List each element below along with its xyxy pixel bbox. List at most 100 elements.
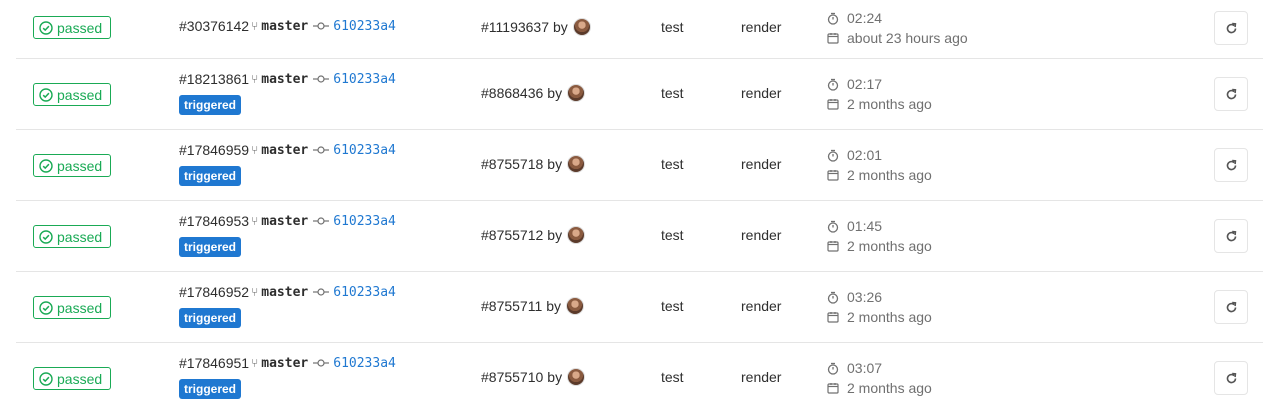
status-badge[interactable]: passed: [33, 154, 111, 177]
stopwatch-icon: [827, 362, 839, 375]
finished-time: 2 months ago: [847, 380, 932, 396]
retry-icon: [1226, 372, 1236, 383]
commit-icon: [313, 22, 330, 30]
retry-button[interactable]: [1214, 219, 1248, 253]
pipeline-link[interactable]: #8755718: [481, 156, 543, 172]
avatar[interactable]: [567, 155, 586, 173]
avatar[interactable]: [567, 368, 586, 386]
calendar-icon: [827, 99, 839, 110]
retry-button[interactable]: [1214, 11, 1248, 45]
check-circle-icon: [39, 158, 53, 173]
duration: 03:26: [847, 289, 883, 305]
status-badge[interactable]: passed: [33, 83, 111, 106]
job-row: passed #30376142 ⑂ master 610233a4 #1119…: [16, 0, 1263, 59]
job-row: passed #17846953 ⑂ master 610233a4 trigg…: [16, 201, 1263, 272]
job-name: render: [741, 156, 782, 172]
pipeline-link[interactable]: #8755710: [481, 369, 543, 385]
check-circle-icon: [39, 371, 53, 386]
branch-icon: ⑂: [251, 214, 259, 228]
job-id-link[interactable]: #17846959: [179, 142, 249, 158]
avatar[interactable]: [566, 297, 585, 315]
status-label: passed: [57, 370, 103, 387]
by-label: by: [553, 19, 568, 35]
commit-link[interactable]: 610233a4: [333, 214, 396, 229]
stage-label: test: [661, 156, 684, 172]
stage-label: test: [661, 19, 684, 35]
branch-icon: ⑂: [251, 19, 259, 33]
avatar[interactable]: [567, 226, 586, 244]
job-id-link[interactable]: #30376142: [179, 18, 249, 34]
stage-label: test: [661, 85, 684, 101]
commit-link[interactable]: 610233a4: [333, 356, 396, 371]
triggered-badge: triggered: [179, 308, 242, 328]
job-id-link[interactable]: #17846952: [179, 284, 249, 300]
retry-button[interactable]: [1214, 77, 1248, 111]
timing: 02:01 2 months ago: [827, 145, 932, 185]
job-ref: #17846952 ⑂ master 610233a4: [179, 284, 396, 300]
pipeline-link[interactable]: #8755712: [481, 227, 543, 243]
job-ref: #18213861 ⑂ master 610233a4: [179, 71, 396, 87]
retry-button[interactable]: [1214, 361, 1248, 395]
calendar-icon: [827, 383, 839, 394]
check-circle-icon: [39, 20, 53, 35]
branch-link[interactable]: master: [261, 72, 308, 87]
branch-link[interactable]: master: [261, 356, 308, 371]
status-badge[interactable]: passed: [33, 367, 111, 390]
duration: 01:45: [847, 218, 883, 234]
pipeline-info: #8868436 by: [481, 84, 586, 102]
job-id-link[interactable]: #17846951: [179, 355, 249, 371]
pipeline-info: #8755711 by: [481, 297, 585, 315]
job-ref: #17846953 ⑂ master 610233a4: [179, 213, 396, 229]
retry-icon: [1226, 159, 1236, 170]
retry-icon: [1226, 22, 1236, 33]
retry-button[interactable]: [1214, 290, 1248, 324]
job-name: render: [741, 227, 782, 243]
timing: 03:07 2 months ago: [827, 358, 932, 398]
stopwatch-icon: [827, 78, 839, 91]
job-name: render: [741, 369, 782, 385]
pipeline-link[interactable]: #11193637: [481, 19, 549, 35]
commit-link[interactable]: 610233a4: [333, 72, 396, 87]
branch-link[interactable]: master: [261, 19, 308, 34]
job-id-link[interactable]: #18213861: [179, 71, 249, 87]
timing: 02:17 2 months ago: [827, 74, 932, 114]
status-label: passed: [57, 228, 103, 245]
finished-time: 2 months ago: [847, 96, 932, 112]
job-id-link[interactable]: #17846953: [179, 213, 249, 229]
duration: 02:01: [847, 147, 883, 163]
branch-link[interactable]: master: [261, 214, 308, 229]
pipeline-link[interactable]: #8755711: [481, 298, 542, 314]
pipeline-info: #8755710 by: [481, 368, 586, 386]
commit-link[interactable]: 610233a4: [333, 19, 396, 34]
retry-button[interactable]: [1214, 148, 1248, 182]
avatar[interactable]: [572, 18, 591, 36]
job-ref: #17846951 ⑂ master 610233a4: [179, 355, 396, 371]
stage-label: test: [661, 298, 684, 314]
avatar[interactable]: [567, 84, 586, 102]
commit-link[interactable]: 610233a4: [333, 285, 396, 300]
commit-icon: [313, 217, 330, 225]
branch-link[interactable]: master: [261, 143, 308, 158]
by-label: by: [547, 156, 563, 172]
by-label: by: [547, 369, 563, 385]
status-badge[interactable]: passed: [33, 16, 111, 39]
check-circle-icon: [39, 300, 53, 315]
job-row: passed #17846952 ⑂ master 610233a4 trigg…: [16, 272, 1263, 343]
pipeline-info: #8755712 by: [481, 226, 586, 244]
status-badge[interactable]: passed: [33, 296, 111, 319]
pipeline-link[interactable]: #8868436: [481, 85, 543, 101]
branch-link[interactable]: master: [261, 285, 308, 300]
by-label: by: [547, 85, 563, 101]
job-ref: #30376142 ⑂ master 610233a4: [179, 18, 396, 34]
check-circle-icon: [39, 229, 53, 244]
retry-icon: [1226, 88, 1236, 99]
status-badge[interactable]: passed: [33, 225, 111, 248]
job-ref: #17846959 ⑂ master 610233a4: [179, 142, 396, 158]
commit-link[interactable]: 610233a4: [333, 143, 396, 158]
calendar-icon: [827, 312, 839, 323]
calendar-icon: [827, 241, 839, 252]
duration: 02:24: [847, 10, 883, 26]
job-name: render: [741, 298, 782, 314]
job-name: render: [741, 19, 782, 35]
stopwatch-icon: [827, 291, 839, 304]
